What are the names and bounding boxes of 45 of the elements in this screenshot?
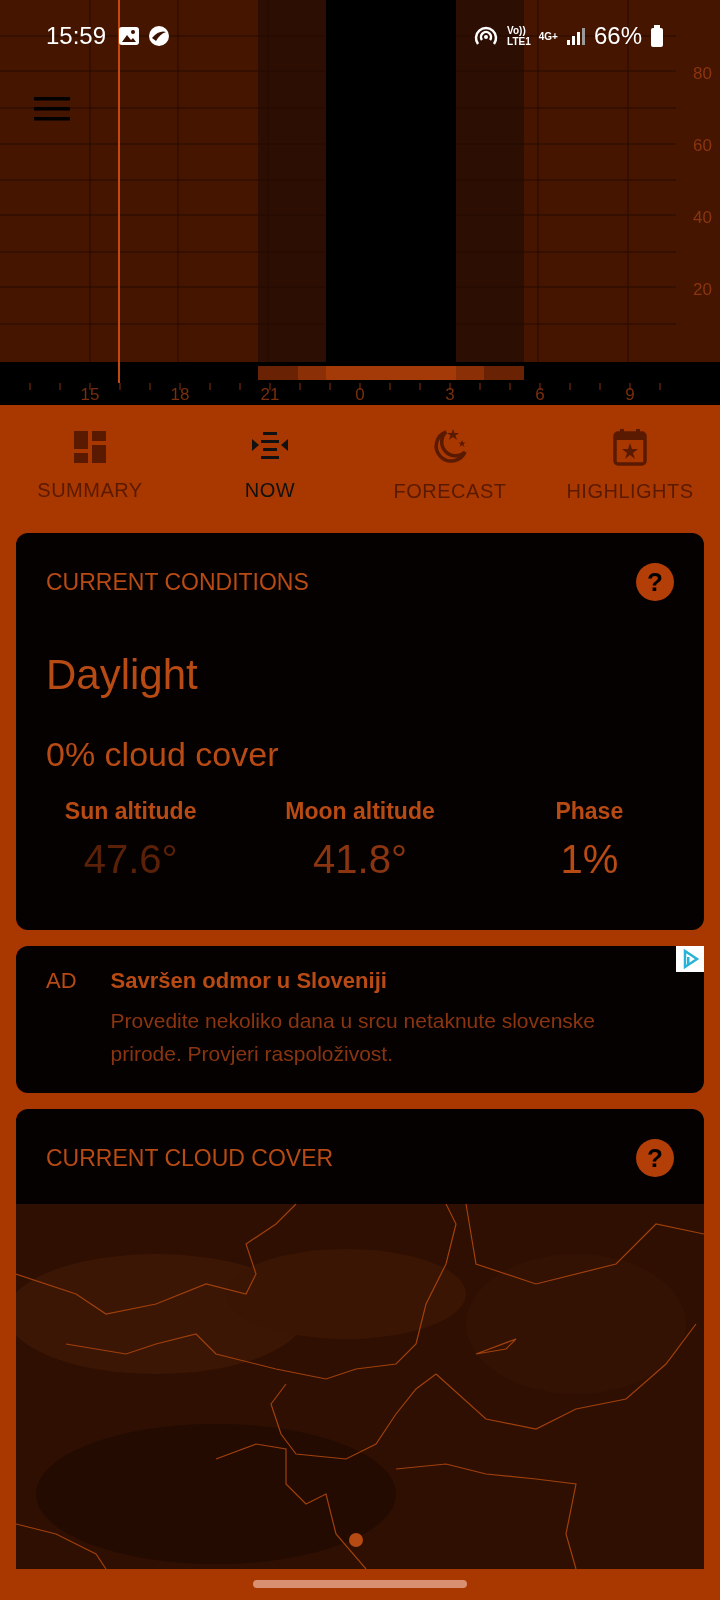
- axis-label: 18: [170, 385, 190, 404]
- reading-value: 1%: [560, 837, 619, 882]
- signal-icon: [565, 26, 586, 46]
- axis-label: 60: [693, 136, 712, 155]
- help-button[interactable]: ?: [636, 1139, 674, 1177]
- axis-label: 21: [260, 385, 280, 404]
- app-icon: [148, 25, 171, 47]
- reading-label: Sun altitude: [64, 798, 197, 825]
- axis-label: 3: [445, 385, 455, 404]
- sky-state: Daylight: [46, 651, 199, 699]
- tab[interactable]: HIGHLIGHTS: [540, 405, 720, 525]
- card-title: CURRENT CONDITIONS: [46, 568, 309, 596]
- clock: 15:59: [46, 22, 107, 50]
- reading-value: 41.8°: [313, 837, 407, 882]
- dashboard-icon: [72, 428, 108, 465]
- axis-label: 20: [693, 280, 712, 299]
- battery-percent: 66%: [593, 22, 642, 50]
- tab[interactable]: NOW: [180, 405, 360, 525]
- axis-label: 80: [693, 64, 712, 83]
- axis-label: 15: [80, 385, 100, 404]
- moon-stars-icon: [431, 427, 469, 466]
- reading-value: 47.6°: [83, 837, 178, 882]
- data-type-label: 4G+: [538, 30, 558, 42]
- menu-icon: [34, 96, 70, 122]
- network-label: Vo)) LTE1: [507, 25, 531, 47]
- ad-card[interactable]: AD Savršen odmor u Sloveniji Provedite nekoliko dana u srcu netaknute slovenske prirode. Provjeri raspoloživost.: [16, 946, 704, 1093]
- reading-label: Moon altitude: [285, 798, 435, 825]
- ad-title: Savršen odmor u Sloveniji: [110, 968, 388, 994]
- ad-label: AD: [46, 968, 77, 994]
- image-icon: [118, 26, 141, 46]
- home-handle[interactable]: [253, 1580, 467, 1588]
- axis-label: 6: [535, 385, 545, 404]
- ad-choices-icon[interactable]: [676, 946, 704, 972]
- tab[interactable]: SUMMARY: [0, 405, 180, 525]
- tab[interactable]: FORECAST: [360, 405, 540, 525]
- reading-label: Phase: [555, 798, 624, 825]
- cloud-cover-text: 0% cloud cover: [46, 735, 280, 774]
- axis-label: 0: [355, 385, 365, 404]
- help-button[interactable]: ?: [636, 563, 674, 601]
- axis-label: 9: [625, 385, 635, 404]
- menu-button[interactable]: [34, 96, 70, 122]
- ad-text: Provedite nekoliko dana u srcu netaknute slovenske prirode. Provjeri raspoloživost.: [110, 1008, 597, 1067]
- card-title: CURRENT CLOUD COVER: [46, 1144, 334, 1172]
- axis-label: 40: [693, 208, 712, 227]
- battery-icon: [650, 24, 664, 48]
